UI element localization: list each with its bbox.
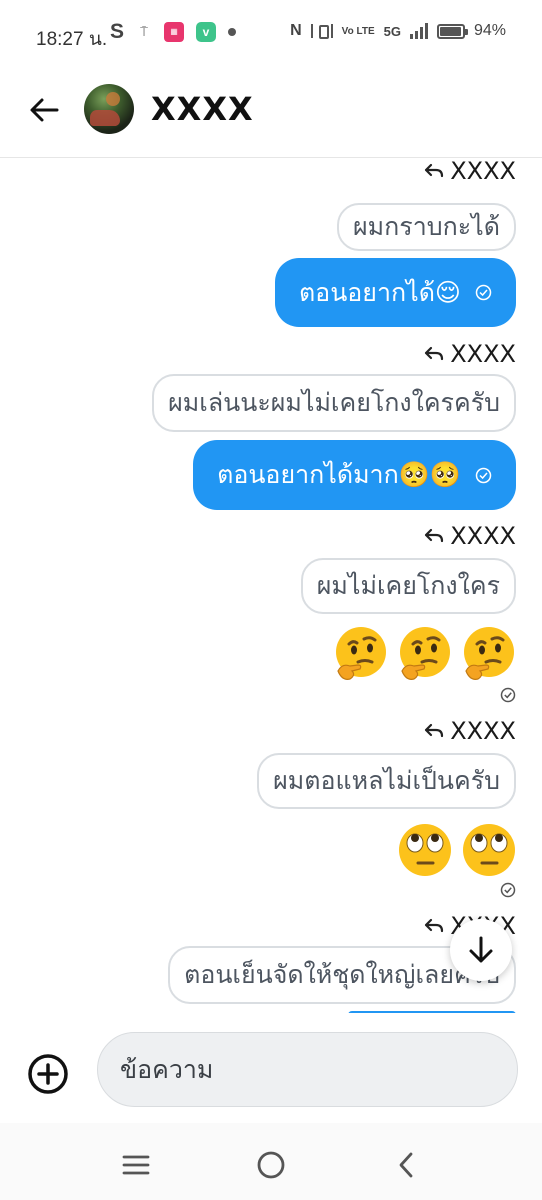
system-icons: N Vo LTE 5G 94% (290, 22, 506, 40)
message-input-placeholder: ข้อความ (120, 1054, 214, 1084)
message-text: ตอนเย็นจัดให้ชุดใหญ่เลยครับ (184, 960, 500, 990)
incoming-message[interactable]: ผมไม่เคยโกงใคร (300, 558, 516, 614)
outgoing-message[interactable]: ตอนอยากได้😌 (274, 258, 516, 327)
recents-button[interactable] (120, 1149, 152, 1181)
green-app-icon: v (196, 22, 217, 42)
check-circle-icon (475, 467, 492, 483)
reply-sender: XXXX (450, 159, 516, 185)
vibrate-icon (310, 24, 333, 39)
arrow-down-icon (469, 936, 493, 963)
reply-sender: XXXX (450, 340, 516, 368)
notification-icons: S ⍑ ▦ v (110, 20, 237, 44)
reply-sender: XXXX (450, 717, 516, 745)
s-app-icon: S (110, 20, 125, 43)
rolling-eyes-face-icon (463, 824, 515, 876)
system-navigation-bar (0, 1123, 542, 1200)
reply-icon (425, 163, 444, 178)
chevron-left-icon (399, 1152, 413, 1178)
pin-icon: ⍑ (140, 24, 148, 39)
home-button[interactable] (255, 1149, 287, 1181)
circle-icon (257, 1151, 285, 1179)
message-list[interactable]: XXXX ผมกราบกะได้ ตอนอยากได้😌 XXXX ผมเล่น… (0, 159, 542, 1013)
message-text: ตอนอยากได้มาก🥺🥺 (217, 460, 461, 490)
emoji-message[interactable] (396, 821, 518, 879)
rolling-eyes-face-icon (399, 824, 451, 876)
message-input[interactable]: ข้อความ (97, 1032, 518, 1107)
check-circle-icon (500, 882, 516, 898)
status-time: 18:27 น. (36, 29, 108, 50)
message-text: ผมไม่เคยโกงใคร (316, 571, 500, 601)
check-circle-icon (475, 284, 492, 301)
check-circle-icon (500, 687, 516, 703)
thinking-face-icon (464, 627, 514, 680)
reply-label: XXXX (424, 522, 516, 550)
reply-icon (425, 346, 444, 361)
message-text: ผมกราบกะได้ (353, 212, 500, 242)
arrow-left-icon (30, 98, 59, 122)
back-button[interactable] (22, 88, 66, 132)
volte-icon: Vo LTE (341, 25, 375, 37)
thinking-face-icon (336, 627, 386, 680)
battery-icon (436, 23, 468, 39)
incoming-message[interactable]: ผมเล่นนะผมไม่เคยโกงใครครับ (152, 374, 516, 432)
emoji-message[interactable] (332, 625, 518, 683)
message-text: ผมเล่นนะผมไม่เคยโกงใครครับ (168, 388, 500, 418)
signal-icon (409, 23, 428, 39)
battery-percent: 94% (473, 22, 506, 39)
reply-icon (425, 528, 444, 543)
reply-label: XXXX (424, 340, 516, 368)
scroll-to-bottom-button[interactable] (450, 919, 512, 981)
reply-icon (425, 723, 444, 738)
nfc-icon: N (290, 22, 302, 39)
contact-name[interactable]: XXXX (151, 90, 254, 128)
menu-lines-icon (122, 1155, 150, 1175)
incoming-message[interactable]: ผมกราบกะได้ (337, 203, 516, 251)
pink-app-icon: ▦ (164, 22, 185, 42)
message-text: ผมตอแหลไม่เป็นครับ (273, 766, 500, 796)
chat-header: XXXX (0, 66, 542, 158)
reply-sender: XXXX (450, 522, 516, 550)
more-notifications-icon (228, 28, 237, 36)
thinking-face-icon (400, 627, 450, 680)
outgoing-message[interactable]: ตอนอยากได้มาก🥺🥺 (193, 440, 516, 510)
message-text: ตอนอยากได้😌 (298, 277, 461, 307)
avatar[interactable] (84, 84, 134, 134)
back-nav-button[interactable] (390, 1149, 422, 1181)
battery-fill (439, 26, 461, 36)
status-bar: 18:27 น. S ⍑ ▦ v N Vo LTE 5G 94% (0, 0, 542, 66)
reply-label: XXXX (424, 159, 516, 185)
plus-circle-icon[interactable] (26, 1052, 70, 1096)
incoming-message[interactable]: ผมตอแหลไม่เป็นครับ (257, 753, 516, 809)
network-label: 5G (383, 23, 401, 39)
message-composer: ข้อความ (0, 1013, 542, 1123)
reply-icon (425, 918, 444, 933)
reply-label: XXXX (424, 717, 516, 745)
